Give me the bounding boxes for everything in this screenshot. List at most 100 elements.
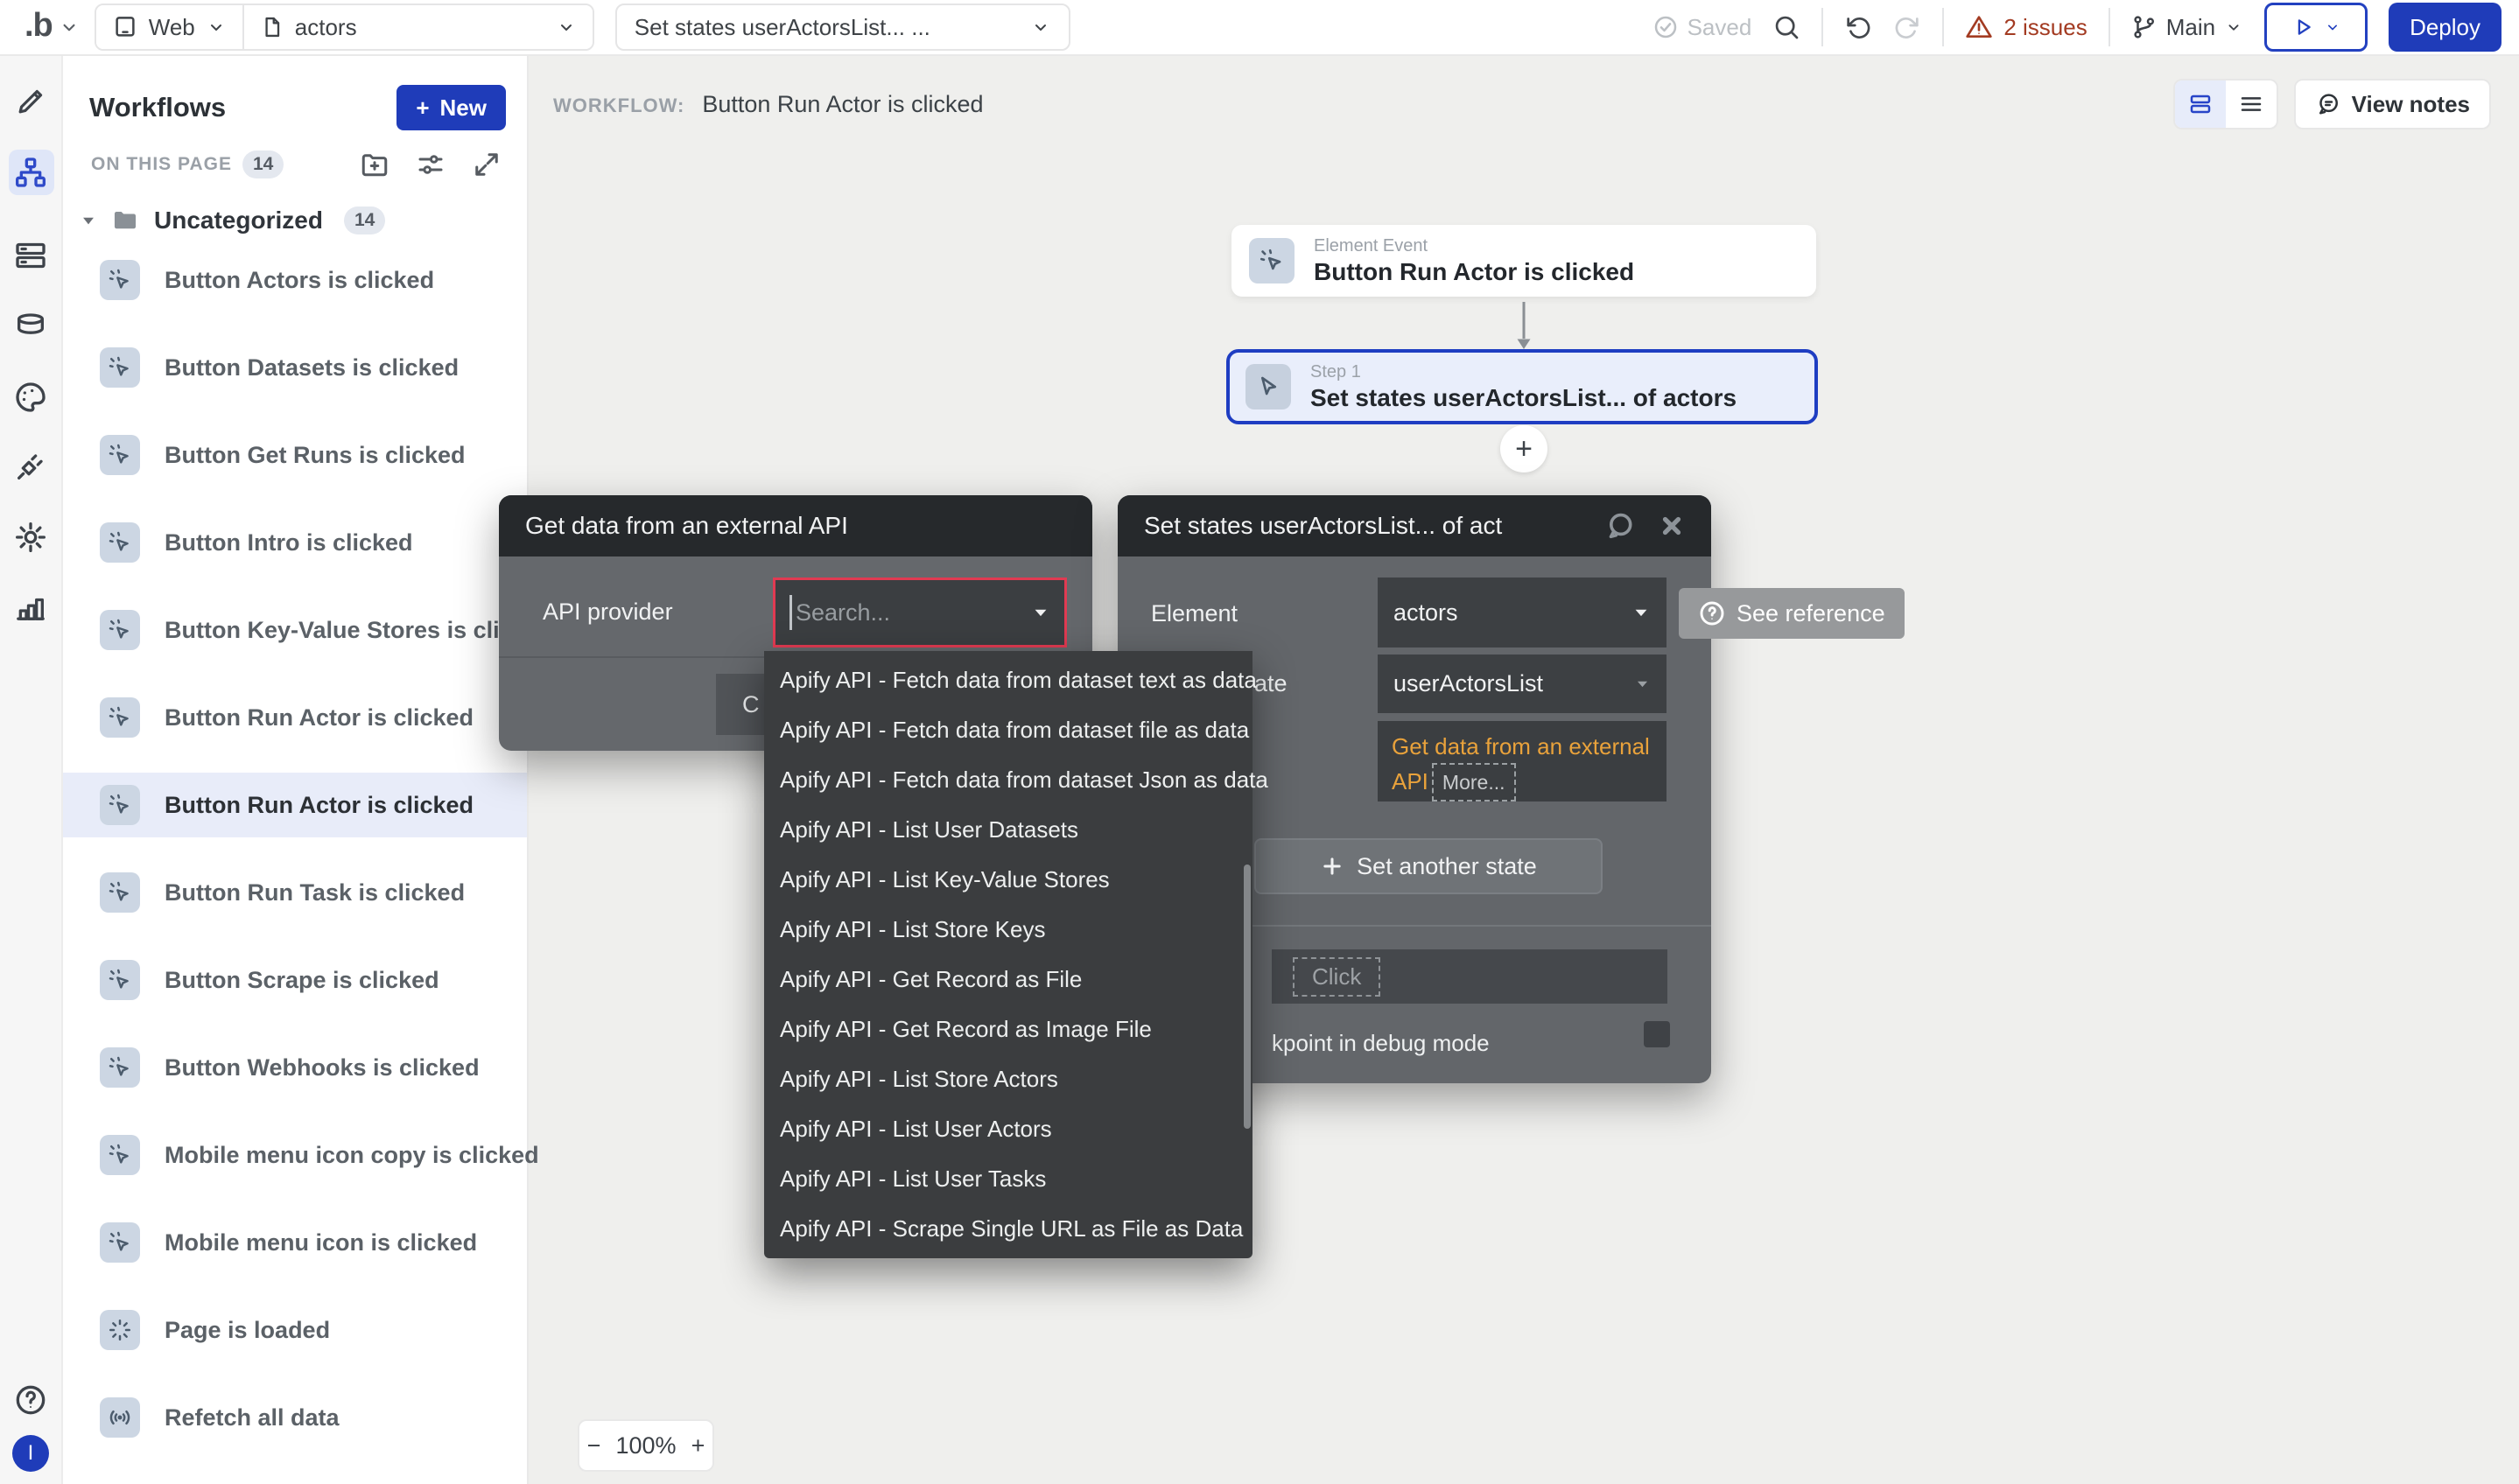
plus-icon xyxy=(1320,854,1344,878)
view-notes-button[interactable]: View notes xyxy=(2294,79,2491,130)
styles-palette-icon[interactable] xyxy=(11,378,50,416)
workflow-list-item[interactable]: Mobile menu icon copy is clicked xyxy=(63,1123,527,1187)
workflow-selector[interactable]: Set states userActorsList... ... xyxy=(615,4,1070,51)
filter-sliders-icon[interactable] xyxy=(415,149,446,180)
state-value-expression[interactable]: Get data from an external APIMore... xyxy=(1378,721,1666,802)
api-provider-option[interactable]: Apify API - List Store Actors xyxy=(764,1054,1252,1104)
on-this-page-count-badge: 14 xyxy=(242,150,284,178)
deploy-button[interactable]: Deploy xyxy=(2389,3,2501,52)
click-placeholder[interactable]: Click xyxy=(1293,957,1380,997)
set-another-state-button[interactable]: Set another state xyxy=(1254,838,1603,894)
api-provider-option[interactable]: Apify API - Get Record as Image File xyxy=(764,1004,1252,1054)
dropdown-scrollbar-thumb[interactable] xyxy=(1244,864,1251,1129)
workflow-item-icon-chip xyxy=(100,1047,140,1088)
add-step-button[interactable]: + xyxy=(1500,425,1547,472)
expand-icon[interactable] xyxy=(471,149,502,180)
api-provider-option[interactable]: Apify API - Fetch data from dataset text… xyxy=(764,655,1252,705)
user-avatar[interactable]: I xyxy=(12,1435,49,1472)
more-button[interactable]: More... xyxy=(1432,763,1516,802)
branch-label: Main xyxy=(2166,14,2215,41)
api-provider-option[interactable]: Apify API - List User Datasets xyxy=(764,805,1252,855)
api-provider-option[interactable]: Apify API - List User Tasks xyxy=(764,1154,1252,1204)
chevron-down-icon xyxy=(2224,18,2243,37)
step-card-selected[interactable]: Step 1 Set states userActorsList... of a… xyxy=(1226,349,1818,424)
api-provider-option-label: Apify API - Scrape Single URL as File as… xyxy=(780,1215,1243,1242)
element-select[interactable]: actors xyxy=(1378,578,1666,648)
breakpoint-checkbox[interactable] xyxy=(1644,1021,1670,1047)
cursor-click-icon xyxy=(1249,238,1295,284)
folder-row-uncategorized[interactable]: Uncategorized 14 xyxy=(77,196,385,245)
help-icon[interactable] xyxy=(11,1381,50,1419)
page-selector[interactable]: actors xyxy=(242,5,593,49)
workflow-list-item[interactable]: Button Key-Value Stores is clicked xyxy=(63,598,527,662)
logo-menu-chevron-icon[interactable] xyxy=(58,16,81,38)
list-view-button[interactable] xyxy=(2226,80,2277,128)
caret-down-icon[interactable] xyxy=(77,209,100,232)
api-provider-option[interactable]: Apify API - Fetch data from dataset file… xyxy=(764,705,1252,755)
see-reference-button[interactable]: See reference xyxy=(1679,588,1905,639)
workflow-item-icon-chip xyxy=(100,960,140,1000)
workflow-list-item[interactable]: Button Intro is clicked xyxy=(63,510,527,575)
branch-selector[interactable]: Main xyxy=(2131,14,2243,41)
api-provider-option[interactable]: Apify API - Fetch data from dataset Json… xyxy=(764,755,1252,805)
zoom-out-button[interactable]: − xyxy=(584,1432,605,1460)
plugins-plug-icon[interactable] xyxy=(11,447,50,486)
zoom-in-button[interactable]: + xyxy=(688,1432,709,1460)
api-provider-option-label: Apify API - List User Tasks xyxy=(780,1166,1046,1193)
undo-icon[interactable] xyxy=(1844,13,1872,41)
note-bubble-icon xyxy=(2315,91,2341,117)
workflow-item-label: Refetch all data xyxy=(165,1404,340,1432)
event-card[interactable]: Element Event Button Run Actor is clicke… xyxy=(1231,225,1816,297)
search-icon[interactable] xyxy=(1772,13,1800,41)
workflows-sitemap-icon[interactable] xyxy=(11,153,50,192)
logs-chart-icon[interactable] xyxy=(11,587,50,626)
issues-indicator[interactable]: 2 issues xyxy=(1965,13,2087,41)
workflow-list-item[interactable]: Page is loaded xyxy=(63,1298,527,1362)
design-pencil-icon[interactable] xyxy=(11,82,50,121)
workflow-list: Button Actors is clicked Button Datasets… xyxy=(63,248,527,1473)
add-folder-icon[interactable] xyxy=(359,149,390,180)
set-states-dialog-header[interactable]: Set states userActorsList... of act xyxy=(1118,495,1711,556)
workflow-list-item[interactable]: Refetch all data xyxy=(63,1385,527,1450)
preview-button[interactable] xyxy=(2264,3,2368,52)
workflow-item-label: Button Datasets is clicked xyxy=(165,354,459,382)
workflow-list-item[interactable]: Button Run Actor is clicked xyxy=(63,773,527,837)
new-workflow-button[interactable]: + New xyxy=(396,85,506,130)
bubble-logo[interactable]: .b xyxy=(25,7,53,45)
cursor-arrow-icon xyxy=(1245,364,1291,410)
data-database-icon[interactable] xyxy=(11,307,50,346)
custom-state-select-value: userActorsList xyxy=(1393,670,1543,697)
folder-count-badge: 14 xyxy=(344,206,385,234)
close-icon[interactable] xyxy=(1659,513,1685,539)
workflow-list-item[interactable]: Button Webhooks is clicked xyxy=(63,1035,527,1100)
set-another-state-label: Set another state xyxy=(1357,853,1537,880)
workflow-selector-label: Set states userActorsList... ... xyxy=(635,14,930,41)
api-provider-dropdown[interactable] xyxy=(773,578,1067,648)
workflow-list-item[interactable]: Button Run Actor is clicked xyxy=(63,685,527,750)
workflow-list-item[interactable]: Button Get Runs is clicked xyxy=(63,423,527,487)
workflow-list-item[interactable]: Button Run Task is clicked xyxy=(63,860,527,925)
responsive-rows-icon[interactable] xyxy=(11,236,50,275)
comment-bubble-icon[interactable] xyxy=(1604,510,1636,542)
value-expression-text[interactable]: Get data from an external API xyxy=(1392,733,1650,794)
api-provider-option[interactable]: Apify API - Get Record as File xyxy=(764,955,1252,1004)
api-provider-option[interactable]: Apify API - List User Actors xyxy=(764,1104,1252,1154)
redo-icon[interactable] xyxy=(1893,13,1921,41)
settings-gear-icon[interactable] xyxy=(11,518,50,556)
cards-view-button[interactable] xyxy=(2175,80,2226,128)
custom-state-select[interactable]: userActorsList xyxy=(1378,654,1666,713)
api-provider-search-input[interactable] xyxy=(796,599,1031,626)
workflow-list-item[interactable]: Button Actors is clicked xyxy=(63,248,527,312)
external-api-dialog-header[interactable]: Get data from an external API xyxy=(499,495,1092,556)
cursor-click-icon xyxy=(107,1229,133,1256)
workflow-list-item[interactable]: Button Datasets is clicked xyxy=(63,335,527,400)
api-provider-option[interactable]: Apify API - Scrape Single URL as File as… xyxy=(764,1204,1252,1254)
workflow-list-item[interactable]: Button Scrape is clicked xyxy=(63,948,527,1012)
workflow-list-item[interactable]: Mobile menu icon is clicked xyxy=(63,1210,527,1275)
platform-selector[interactable]: Web xyxy=(96,5,242,49)
condition-field[interactable]: Click xyxy=(1272,949,1667,1004)
refetch-broadcast-icon xyxy=(107,1404,133,1431)
api-provider-option[interactable]: Apify API - List Store Keys xyxy=(764,905,1252,955)
workflow-item-icon-chip xyxy=(100,260,140,300)
api-provider-option[interactable]: Apify API - List Key-Value Stores xyxy=(764,855,1252,905)
